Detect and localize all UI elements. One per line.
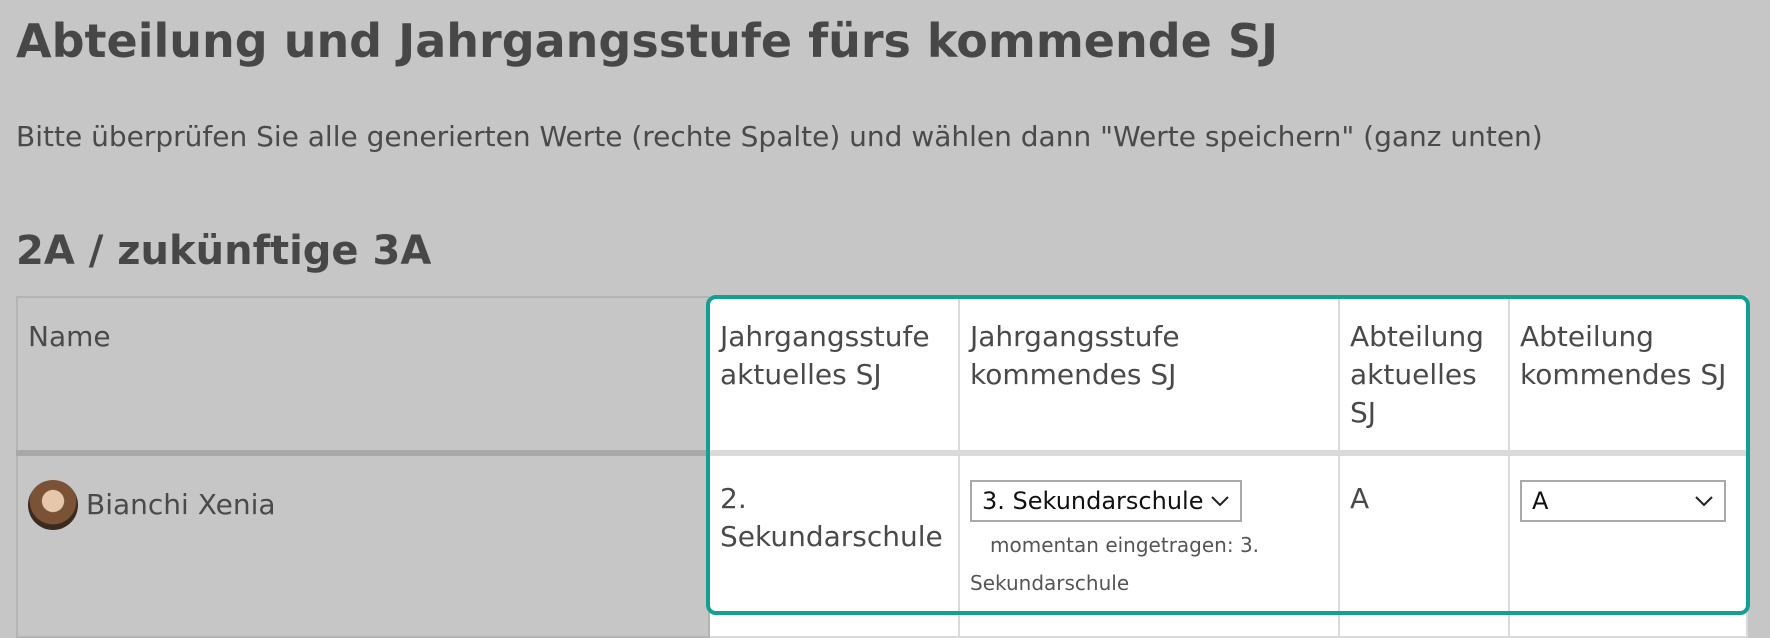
page-title: Abteilung und Jahrgangsstufe fürs kommen… [16, 14, 1279, 68]
dept-next-cell: A [1508, 452, 1748, 638]
dept-next-value: A [1532, 487, 1549, 515]
avatar [28, 480, 78, 530]
table-header-row: Name Jahrgangsstufe aktuelles SJ Jahrgan… [16, 296, 1748, 456]
dept-current-cell: A [1338, 452, 1510, 638]
intro-text: Bitte überprüfen Sie alle generierten We… [16, 120, 1543, 153]
current-value-note-line2: Sekundarschule [970, 571, 1130, 595]
grade-next-select[interactable]: 3. Sekundarschule [970, 480, 1242, 522]
current-value-note: momentan eingetragen: 3. Sekundarschule [970, 526, 1328, 602]
col-header-grade-next: Jahrgangsstufe kommendes SJ [958, 296, 1340, 456]
col-header-dept-next: Abteilung kommendes SJ [1508, 296, 1748, 456]
dept-next-select[interactable]: A [1520, 480, 1726, 522]
section-title: 2A / zukünftige 3A [16, 228, 432, 274]
current-value-note-line1: momentan eingetragen: 3. [990, 533, 1260, 557]
chevron-down-icon [1694, 482, 1714, 532]
chevron-down-icon [1210, 482, 1230, 532]
col-header-name: Name [16, 296, 710, 456]
table-row: Bianchi Xenia 2. Sekundarschule 3. Sekun… [16, 452, 1748, 638]
col-header-dept-current: Abteilung aktuelles SJ [1338, 296, 1510, 456]
student-name-cell: Bianchi Xenia [16, 452, 710, 638]
col-header-grade-current: Jahrgangsstufe aktuelles SJ [708, 296, 960, 456]
grade-next-value: 3. Sekundarschule [982, 487, 1204, 515]
grade-current-cell: 2. Sekundarschule [708, 452, 960, 638]
students-table: Name Jahrgangsstufe aktuelles SJ Jahrgan… [16, 296, 1748, 638]
grade-next-cell: 3. Sekundarschule momentan eingetragen: … [958, 452, 1340, 638]
student-name: Bianchi Xenia [86, 488, 276, 521]
